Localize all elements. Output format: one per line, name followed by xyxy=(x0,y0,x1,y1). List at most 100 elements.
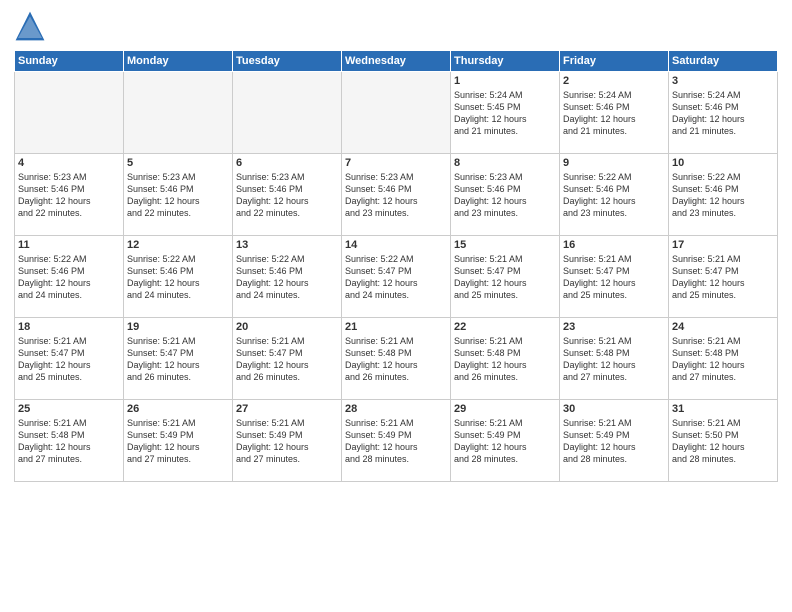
day-info: Sunrise: 5:23 AM Sunset: 5:46 PM Dayligh… xyxy=(18,171,120,220)
calendar-cell: 29 Sunrise: 5:21 AM Sunset: 5:49 PM Dayli… xyxy=(451,400,560,482)
calendar-cell: 18 Sunrise: 5:21 AM Sunset: 5:47 PM Dayli… xyxy=(15,318,124,400)
day-number: 7 xyxy=(345,157,447,169)
day-info: Sunrise: 5:21 AM Sunset: 5:49 PM Dayligh… xyxy=(127,417,229,466)
day-info: Sunrise: 5:24 AM Sunset: 5:45 PM Dayligh… xyxy=(454,89,556,138)
day-info: Sunrise: 5:21 AM Sunset: 5:50 PM Dayligh… xyxy=(672,417,774,466)
calendar-cell: 26 Sunrise: 5:21 AM Sunset: 5:49 PM Dayli… xyxy=(124,400,233,482)
day-number: 20 xyxy=(236,321,338,333)
calendar-header-row: SundayMondayTuesdayWednesdayThursdayFrid… xyxy=(15,51,778,72)
day-number: 12 xyxy=(127,239,229,251)
calendar-cell: 23 Sunrise: 5:21 AM Sunset: 5:48 PM Dayli… xyxy=(560,318,669,400)
calendar-cell: 1 Sunrise: 5:24 AM Sunset: 5:45 PM Daylig… xyxy=(451,72,560,154)
day-info: Sunrise: 5:21 AM Sunset: 5:48 PM Dayligh… xyxy=(454,335,556,384)
calendar-week-row: 25 Sunrise: 5:21 AM Sunset: 5:48 PM Dayli… xyxy=(15,400,778,482)
day-number: 18 xyxy=(18,321,120,333)
calendar-cell: 30 Sunrise: 5:21 AM Sunset: 5:49 PM Dayli… xyxy=(560,400,669,482)
calendar-cell: 22 Sunrise: 5:21 AM Sunset: 5:48 PM Dayli… xyxy=(451,318,560,400)
day-number: 3 xyxy=(672,75,774,87)
day-number: 28 xyxy=(345,403,447,415)
day-info: Sunrise: 5:24 AM Sunset: 5:46 PM Dayligh… xyxy=(672,89,774,138)
day-number: 19 xyxy=(127,321,229,333)
calendar-cell: 6 Sunrise: 5:23 AM Sunset: 5:46 PM Daylig… xyxy=(233,154,342,236)
day-info: Sunrise: 5:21 AM Sunset: 5:48 PM Dayligh… xyxy=(345,335,447,384)
day-number: 4 xyxy=(18,157,120,169)
day-info: Sunrise: 5:23 AM Sunset: 5:46 PM Dayligh… xyxy=(345,171,447,220)
day-number: 1 xyxy=(454,75,556,87)
calendar-cell: 5Sunrise: 5:23 AM Sunset: 5:46 PM Daylig… xyxy=(124,154,233,236)
day-number: 2 xyxy=(563,75,665,87)
calendar-cell: 9 Sunrise: 5:22 AM Sunset: 5:46 PM Daylig… xyxy=(560,154,669,236)
day-info: Sunrise: 5:22 AM Sunset: 5:46 PM Dayligh… xyxy=(563,171,665,220)
day-number: 21 xyxy=(345,321,447,333)
calendar-cell xyxy=(124,72,233,154)
day-number: 22 xyxy=(454,321,556,333)
day-info: Sunrise: 5:21 AM Sunset: 5:47 PM Dayligh… xyxy=(672,253,774,302)
logo-icon xyxy=(14,10,46,42)
day-info: Sunrise: 5:21 AM Sunset: 5:49 PM Dayligh… xyxy=(345,417,447,466)
calendar-week-row: 11Sunrise: 5:22 AM Sunset: 5:46 PM Dayli… xyxy=(15,236,778,318)
day-number: 15 xyxy=(454,239,556,251)
calendar-table: SundayMondayTuesdayWednesdayThursdayFrid… xyxy=(14,50,778,482)
calendar-cell: 7 Sunrise: 5:23 AM Sunset: 5:46 PM Daylig… xyxy=(342,154,451,236)
day-info: Sunrise: 5:21 AM Sunset: 5:49 PM Dayligh… xyxy=(454,417,556,466)
day-info: Sunrise: 5:22 AM Sunset: 5:46 PM Dayligh… xyxy=(236,253,338,302)
weekday-header-monday: Monday xyxy=(124,51,233,72)
day-number: 24 xyxy=(672,321,774,333)
day-info: Sunrise: 5:21 AM Sunset: 5:47 PM Dayligh… xyxy=(236,335,338,384)
calendar-cell: 14 Sunrise: 5:22 AM Sunset: 5:47 PM Dayli… xyxy=(342,236,451,318)
calendar-cell: 16Sunrise: 5:21 AM Sunset: 5:47 PM Dayli… xyxy=(560,236,669,318)
calendar-cell: 13 Sunrise: 5:22 AM Sunset: 5:46 PM Dayli… xyxy=(233,236,342,318)
calendar-cell: 27Sunrise: 5:21 AM Sunset: 5:49 PM Dayli… xyxy=(233,400,342,482)
day-number: 13 xyxy=(236,239,338,251)
calendar-cell: 31 Sunrise: 5:21 AM Sunset: 5:50 PM Dayli… xyxy=(669,400,778,482)
day-info: Sunrise: 5:21 AM Sunset: 5:48 PM Dayligh… xyxy=(672,335,774,384)
day-number: 8 xyxy=(454,157,556,169)
day-number: 26 xyxy=(127,403,229,415)
weekday-header-saturday: Saturday xyxy=(669,51,778,72)
day-info: Sunrise: 5:22 AM Sunset: 5:47 PM Dayligh… xyxy=(345,253,447,302)
calendar-cell: 4 Sunrise: 5:23 AM Sunset: 5:46 PM Daylig… xyxy=(15,154,124,236)
day-number: 30 xyxy=(563,403,665,415)
day-info: Sunrise: 5:23 AM Sunset: 5:46 PM Dayligh… xyxy=(454,171,556,220)
day-info: Sunrise: 5:22 AM Sunset: 5:46 PM Dayligh… xyxy=(18,253,120,302)
calendar-cell: 8 Sunrise: 5:23 AM Sunset: 5:46 PM Daylig… xyxy=(451,154,560,236)
day-info: Sunrise: 5:21 AM Sunset: 5:49 PM Dayligh… xyxy=(563,417,665,466)
day-info: Sunrise: 5:21 AM Sunset: 5:48 PM Dayligh… xyxy=(18,417,120,466)
day-number: 9 xyxy=(563,157,665,169)
day-info: Sunrise: 5:21 AM Sunset: 5:47 PM Dayligh… xyxy=(454,253,556,302)
day-number: 10 xyxy=(672,157,774,169)
day-info: Sunrise: 5:24 AM Sunset: 5:46 PM Dayligh… xyxy=(563,89,665,138)
day-number: 6 xyxy=(236,157,338,169)
calendar-cell: 2 Sunrise: 5:24 AM Sunset: 5:46 PM Daylig… xyxy=(560,72,669,154)
calendar-week-row: 18 Sunrise: 5:21 AM Sunset: 5:47 PM Dayli… xyxy=(15,318,778,400)
calendar-cell: 20 Sunrise: 5:21 AM Sunset: 5:47 PM Dayli… xyxy=(233,318,342,400)
day-info: Sunrise: 5:23 AM Sunset: 5:46 PM Dayligh… xyxy=(236,171,338,220)
calendar-cell: 11Sunrise: 5:22 AM Sunset: 5:46 PM Dayli… xyxy=(15,236,124,318)
day-info: Sunrise: 5:21 AM Sunset: 5:48 PM Dayligh… xyxy=(563,335,665,384)
calendar-cell xyxy=(233,72,342,154)
day-number: 23 xyxy=(563,321,665,333)
calendar-cell: 25 Sunrise: 5:21 AM Sunset: 5:48 PM Dayli… xyxy=(15,400,124,482)
page: SundayMondayTuesdayWednesdayThursdayFrid… xyxy=(0,0,792,612)
calendar-cell: 3 Sunrise: 5:24 AM Sunset: 5:46 PM Daylig… xyxy=(669,72,778,154)
calendar-cell: 21 Sunrise: 5:21 AM Sunset: 5:48 PM Dayli… xyxy=(342,318,451,400)
day-number: 17 xyxy=(672,239,774,251)
day-number: 14 xyxy=(345,239,447,251)
calendar-cell xyxy=(342,72,451,154)
day-info: Sunrise: 5:22 AM Sunset: 5:46 PM Dayligh… xyxy=(127,253,229,302)
day-number: 16 xyxy=(563,239,665,251)
day-number: 27 xyxy=(236,403,338,415)
day-info: Sunrise: 5:22 AM Sunset: 5:46 PM Dayligh… xyxy=(672,171,774,220)
calendar-cell: 28 Sunrise: 5:21 AM Sunset: 5:49 PM Dayli… xyxy=(342,400,451,482)
day-number: 31 xyxy=(672,403,774,415)
weekday-header-sunday: Sunday xyxy=(15,51,124,72)
day-number: 25 xyxy=(18,403,120,415)
weekday-header-thursday: Thursday xyxy=(451,51,560,72)
calendar-week-row: 4 Sunrise: 5:23 AM Sunset: 5:46 PM Daylig… xyxy=(15,154,778,236)
calendar-week-row: 1 Sunrise: 5:24 AM Sunset: 5:45 PM Daylig… xyxy=(15,72,778,154)
logo xyxy=(14,10,52,42)
calendar-cell: 17 Sunrise: 5:21 AM Sunset: 5:47 PM Dayli… xyxy=(669,236,778,318)
day-number: 29 xyxy=(454,403,556,415)
day-info: Sunrise: 5:23 AM Sunset: 5:46 PM Dayligh… xyxy=(127,171,229,220)
day-info: Sunrise: 5:21 AM Sunset: 5:47 PM Dayligh… xyxy=(18,335,120,384)
